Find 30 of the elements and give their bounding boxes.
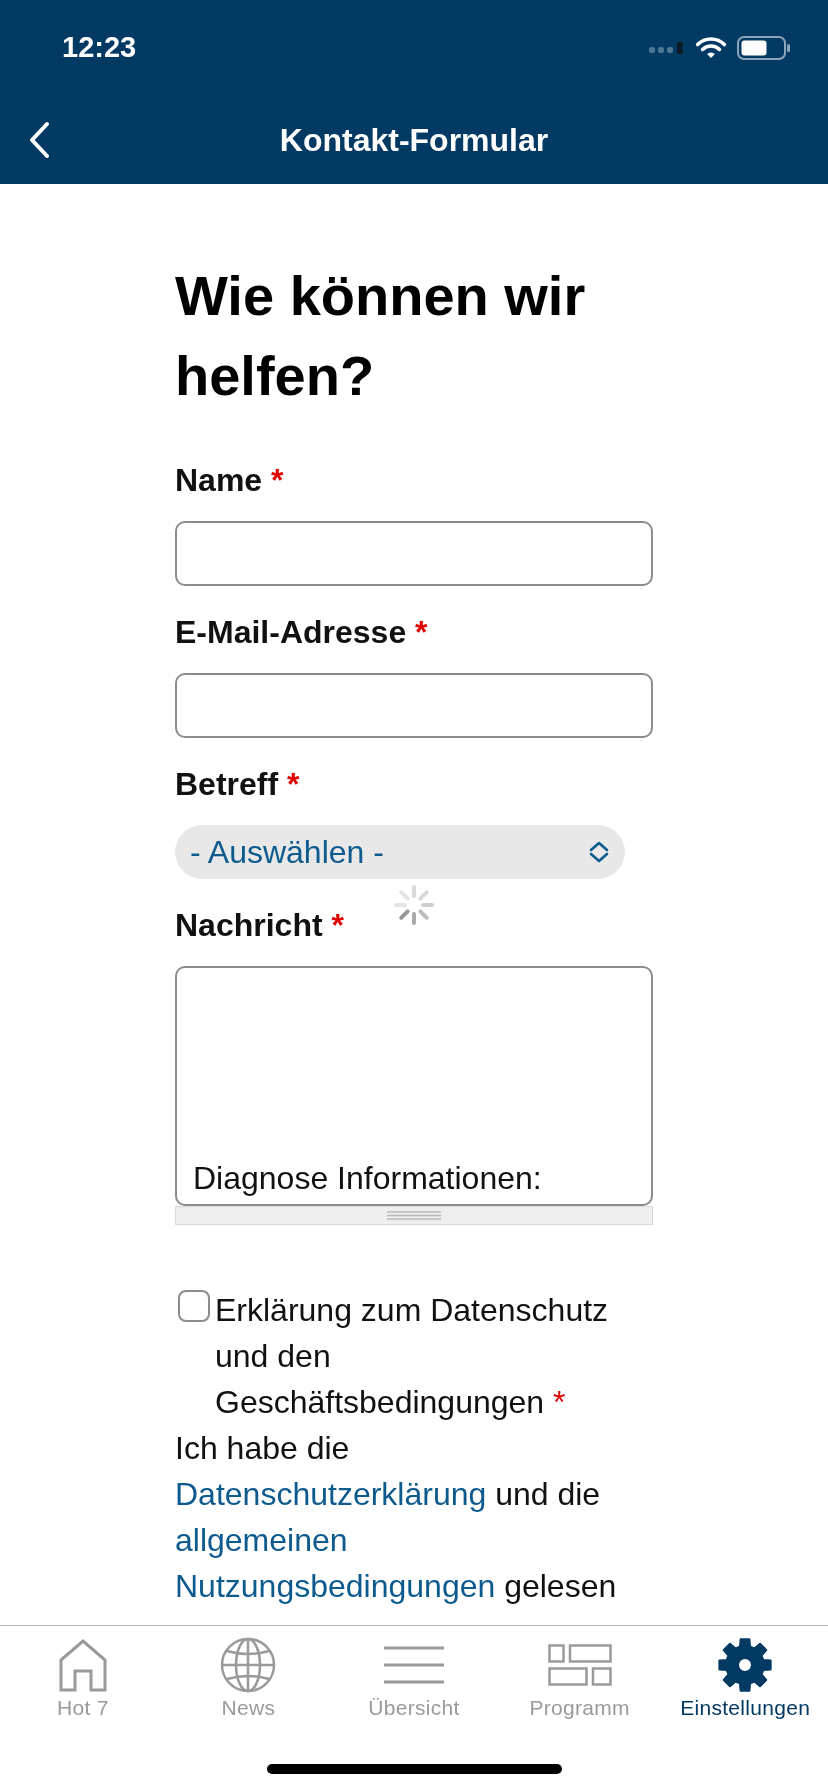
- tab-item[interactable]: Einstellungen: [680, 1637, 811, 1721]
- wifi-icon: [695, 36, 727, 60]
- form-heading: Wie können wir helfen?: [175, 263, 587, 409]
- loading-spinner-icon: [394, 885, 434, 925]
- screen-title: Kontakt-Formular: [279, 121, 549, 160]
- home-icon: [57, 1638, 108, 1692]
- checkbox[interactable]: [178, 1290, 210, 1322]
- resize-handle[interactable]: [175, 1206, 653, 1225]
- chevron-up-down-icon: [588, 840, 610, 864]
- text-link[interactable]: Datenschutzerklärung: [175, 1471, 487, 1517]
- signal-icon: [649, 42, 685, 54]
- text-input[interactable]: [175, 673, 653, 738]
- grip-icon: [387, 1211, 441, 1220]
- back-icon: [27, 121, 51, 159]
- text-input[interactable]: [175, 521, 653, 586]
- message-field[interactable]: Diagnose Informationen:: [175, 966, 653, 1206]
- status-time: 12:23: [62, 30, 137, 64]
- field-label: Nachricht *: [175, 906, 344, 945]
- list-icon: [384, 1646, 444, 1684]
- battery-icon: [737, 36, 791, 60]
- subject-select[interactable]: - Auswählen -: [175, 825, 625, 879]
- field-label: E-Mail-Adresse *: [175, 613, 428, 652]
- field-label: Name *: [175, 461, 284, 500]
- consent-text: Ich habe die Datenschutzerklärung und die allgemeinen Nutzungsbedingungen gelesen: [175, 1425, 653, 1609]
- globe-icon: [220, 1637, 277, 1693]
- settings-icon: [717, 1637, 774, 1693]
- checkbox-label: Erklärung zum Datenschutz und den Geschäftsbedingungen *: [215, 1291, 610, 1422]
- field-label: Betreff *: [175, 765, 300, 804]
- layout-grid-icon: [547, 1644, 612, 1686]
- text-link[interactable]: allgemeinen Nutzungsbedingungen: [175, 1517, 496, 1609]
